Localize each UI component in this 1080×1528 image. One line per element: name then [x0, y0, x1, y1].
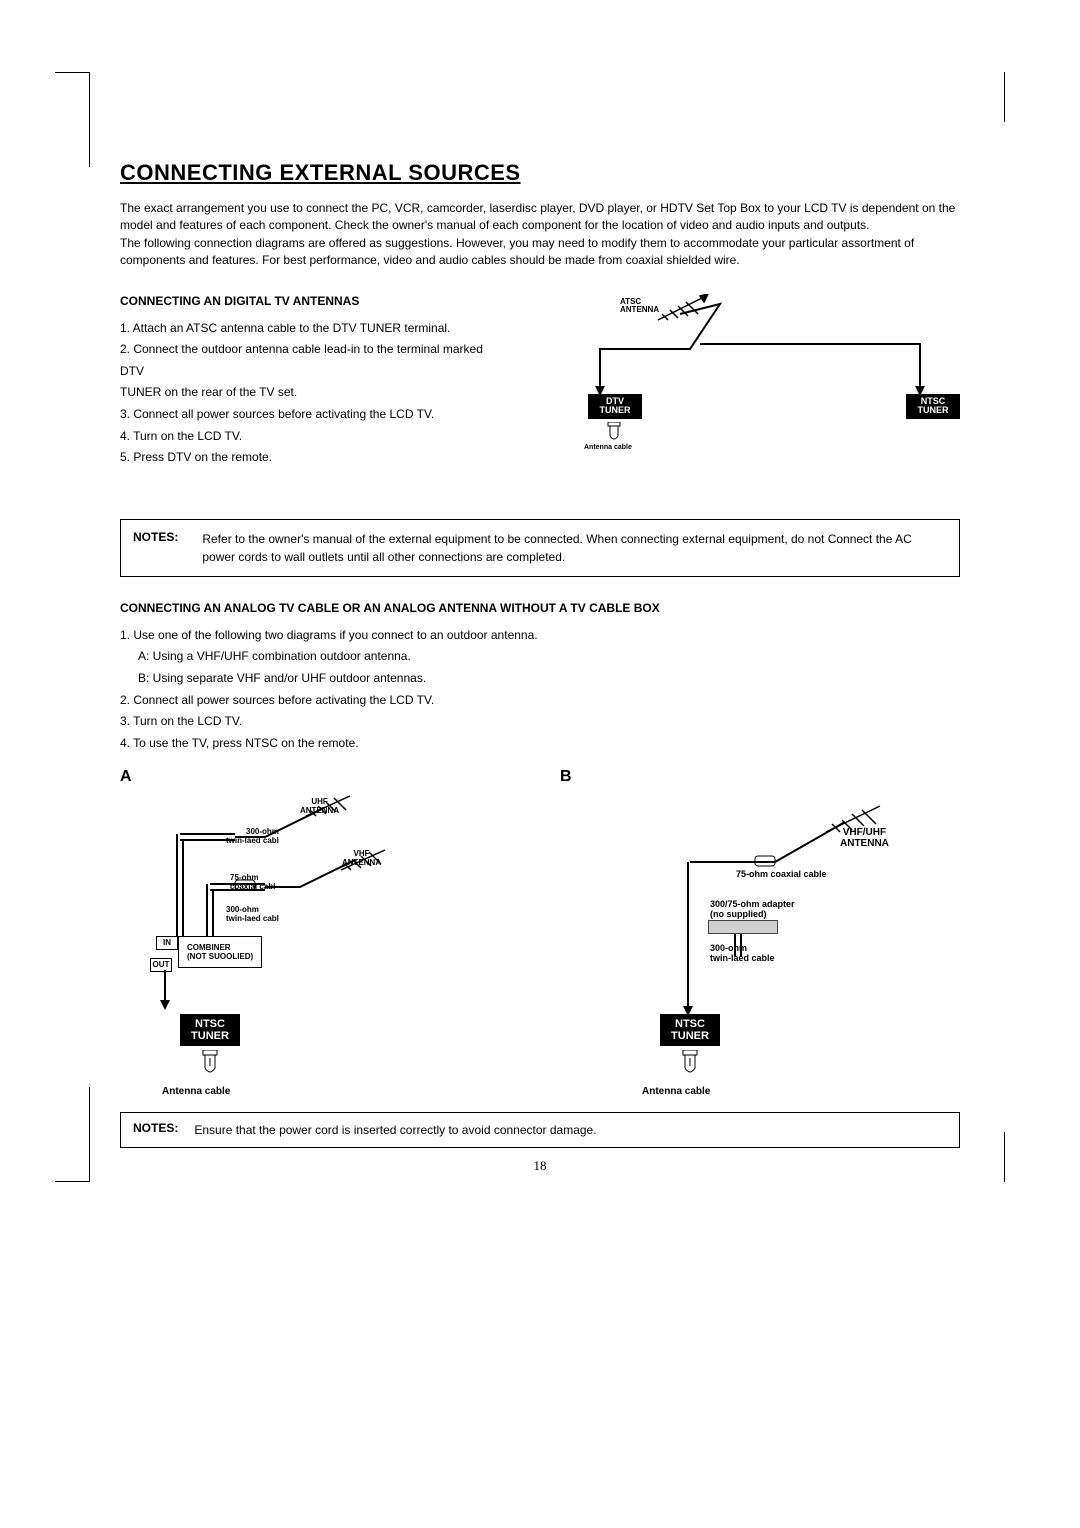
vhf-antenna-label: VHF ANTENNA — [342, 850, 381, 867]
antenna-cable-label-top: Antenna cable — [584, 444, 632, 451]
ntsc-tuner-label-b: NTSC TUNER — [660, 1014, 720, 1046]
crop-mark-top-left — [55, 72, 90, 167]
intro-block: The exact arrangement you use to connect… — [120, 200, 960, 270]
ntsc-port-icon-b — [680, 1050, 700, 1076]
ntsc-tuner-label-a: NTSC TUNER — [180, 1014, 240, 1046]
antenna-cable-label-a: Antenna cable — [162, 1086, 230, 1097]
vhf-uhf-antenna-label: VHF/UHF ANTENNA — [840, 828, 889, 849]
digital-step: TUNER on the rear of the TV set. — [120, 382, 510, 404]
combiner-label: COMBINER (NOT SUOOLIED) — [178, 936, 262, 968]
analog-steps: 1. Use one of the following two diagrams… — [120, 625, 960, 755]
page-title: CONNECTING EXTERNAL SOURCES — [120, 160, 960, 186]
ntsc-tuner-label: NTSC TUNER — [906, 394, 960, 420]
coax75-label: 75-ohm coaxial cable — [736, 870, 827, 879]
digital-heading: CONNECTING AN DIGITAL TV ANTENNAS — [120, 294, 510, 308]
digital-step: 4. Turn on the LCD TV. — [120, 426, 510, 448]
dtv-tuner-label: DTV TUNER — [588, 394, 642, 420]
notes1-text: Refer to the owner's manual of the exter… — [202, 530, 947, 566]
crop-mark-top-right — [1004, 72, 1005, 122]
notes2-text: Ensure that the power cord is inserted c… — [194, 1121, 596, 1139]
diagram-b-col: B VHF/UHF ANTENNA 75-ohm coaxial cable — [560, 768, 960, 1112]
adapter-label: 300/75-ohm adapter (no supplied) — [710, 900, 795, 919]
intro-p1: The exact arrangement you use to connect… — [120, 200, 960, 235]
adapter-icon — [708, 920, 778, 934]
notes2-label: NOTES: — [133, 1121, 178, 1139]
digital-steps: 1. Attach an ATSC antenna cable to the D… — [120, 318, 510, 469]
analog-step: 1. Use one of the following two diagrams… — [120, 625, 960, 647]
combiner-out-label: OUT — [150, 958, 172, 972]
digital-step: 5. Press DTV on the remote. — [120, 447, 510, 469]
diagram-b: VHF/UHF ANTENNA 75-ohm coaxial cable 300… — [560, 792, 920, 1112]
digital-text-col: CONNECTING AN DIGITAL TV ANTENNAS 1. Att… — [120, 294, 510, 469]
digital-step: 1. Attach an ATSC antenna cable to the D… — [120, 318, 510, 340]
digital-step: 2. Connect the outdoor antenna cable lea… — [120, 339, 510, 382]
notes-box-1: NOTES: Refer to the owner's manual of th… — [120, 519, 960, 577]
notes1-label: NOTES: — [133, 530, 178, 566]
digital-diagram-col: ATSC ANTENNA DTV TUNER NTSC TUNER Antenn… — [540, 294, 960, 469]
combiner-in-label: IN — [156, 936, 178, 950]
atsc-antenna-label: ATSC ANTENNA — [620, 298, 659, 314]
diagram-a-col: A — [120, 768, 520, 1112]
uhf-antenna-label: UHF ANTENNA — [300, 798, 339, 815]
analog-step-sub: A: Using a VHF/UHF combination outdoor a… — [120, 646, 960, 668]
twin-lead-label-2: 300-ohm twin-laed cabl — [226, 906, 279, 923]
analog-step: 3. Turn on the LCD TV. — [120, 711, 960, 733]
ntsc-port-icon-a — [200, 1050, 220, 1076]
manual-page: CONNECTING EXTERNAL SOURCES The exact ar… — [0, 0, 1080, 1254]
analog-step-sub: B: Using separate VHF and/or UHF outdoor… — [120, 668, 960, 690]
crop-mark-bottom-right — [1004, 1132, 1005, 1182]
notes-box-2: NOTES: Ensure that the power cord is ins… — [120, 1112, 960, 1148]
twin-lead-label-1: 300-ohm twin-laed cabl — [226, 828, 279, 845]
ab-diagrams-row: A — [120, 768, 960, 1112]
intro-p2: The following connection diagrams are of… — [120, 235, 960, 270]
antenna-cable-label-b: Antenna cable — [642, 1086, 710, 1097]
diagram-a-label: A — [120, 768, 520, 786]
page-number: 18 — [120, 1158, 960, 1174]
coax-label-a: 75-ohm coaxial cabl — [230, 874, 275, 891]
diagram-a: UHF ANTENNA VHF ANTENNA 300-ohm twin-lae… — [120, 792, 480, 1112]
analog-heading: CONNECTING AN ANALOG TV CABLE OR AN ANAL… — [120, 601, 960, 615]
atsc-diagram: ATSC ANTENNA DTV TUNER NTSC TUNER Antenn… — [540, 294, 960, 464]
analog-step: 2. Connect all power sources before acti… — [120, 690, 960, 712]
digital-step: 3. Connect all power sources before acti… — [120, 404, 510, 426]
dtv-port-icon — [606, 422, 622, 440]
crop-mark-bottom-left — [55, 1087, 90, 1182]
atsc-antenna-icon: ATSC ANTENNA — [650, 294, 710, 327]
diagram-a-svg — [120, 792, 480, 1112]
twin-lead-label-b: 300-ohm twin-laed cable — [710, 944, 775, 963]
analog-step: 4. To use the TV, press NTSC on the remo… — [120, 733, 960, 755]
digital-section: CONNECTING AN DIGITAL TV ANTENNAS 1. Att… — [120, 294, 960, 469]
diagram-b-label: B — [560, 768, 960, 786]
analog-section: CONNECTING AN ANALOG TV CABLE OR AN ANAL… — [120, 601, 960, 755]
atsc-diagram-svg — [540, 294, 960, 464]
